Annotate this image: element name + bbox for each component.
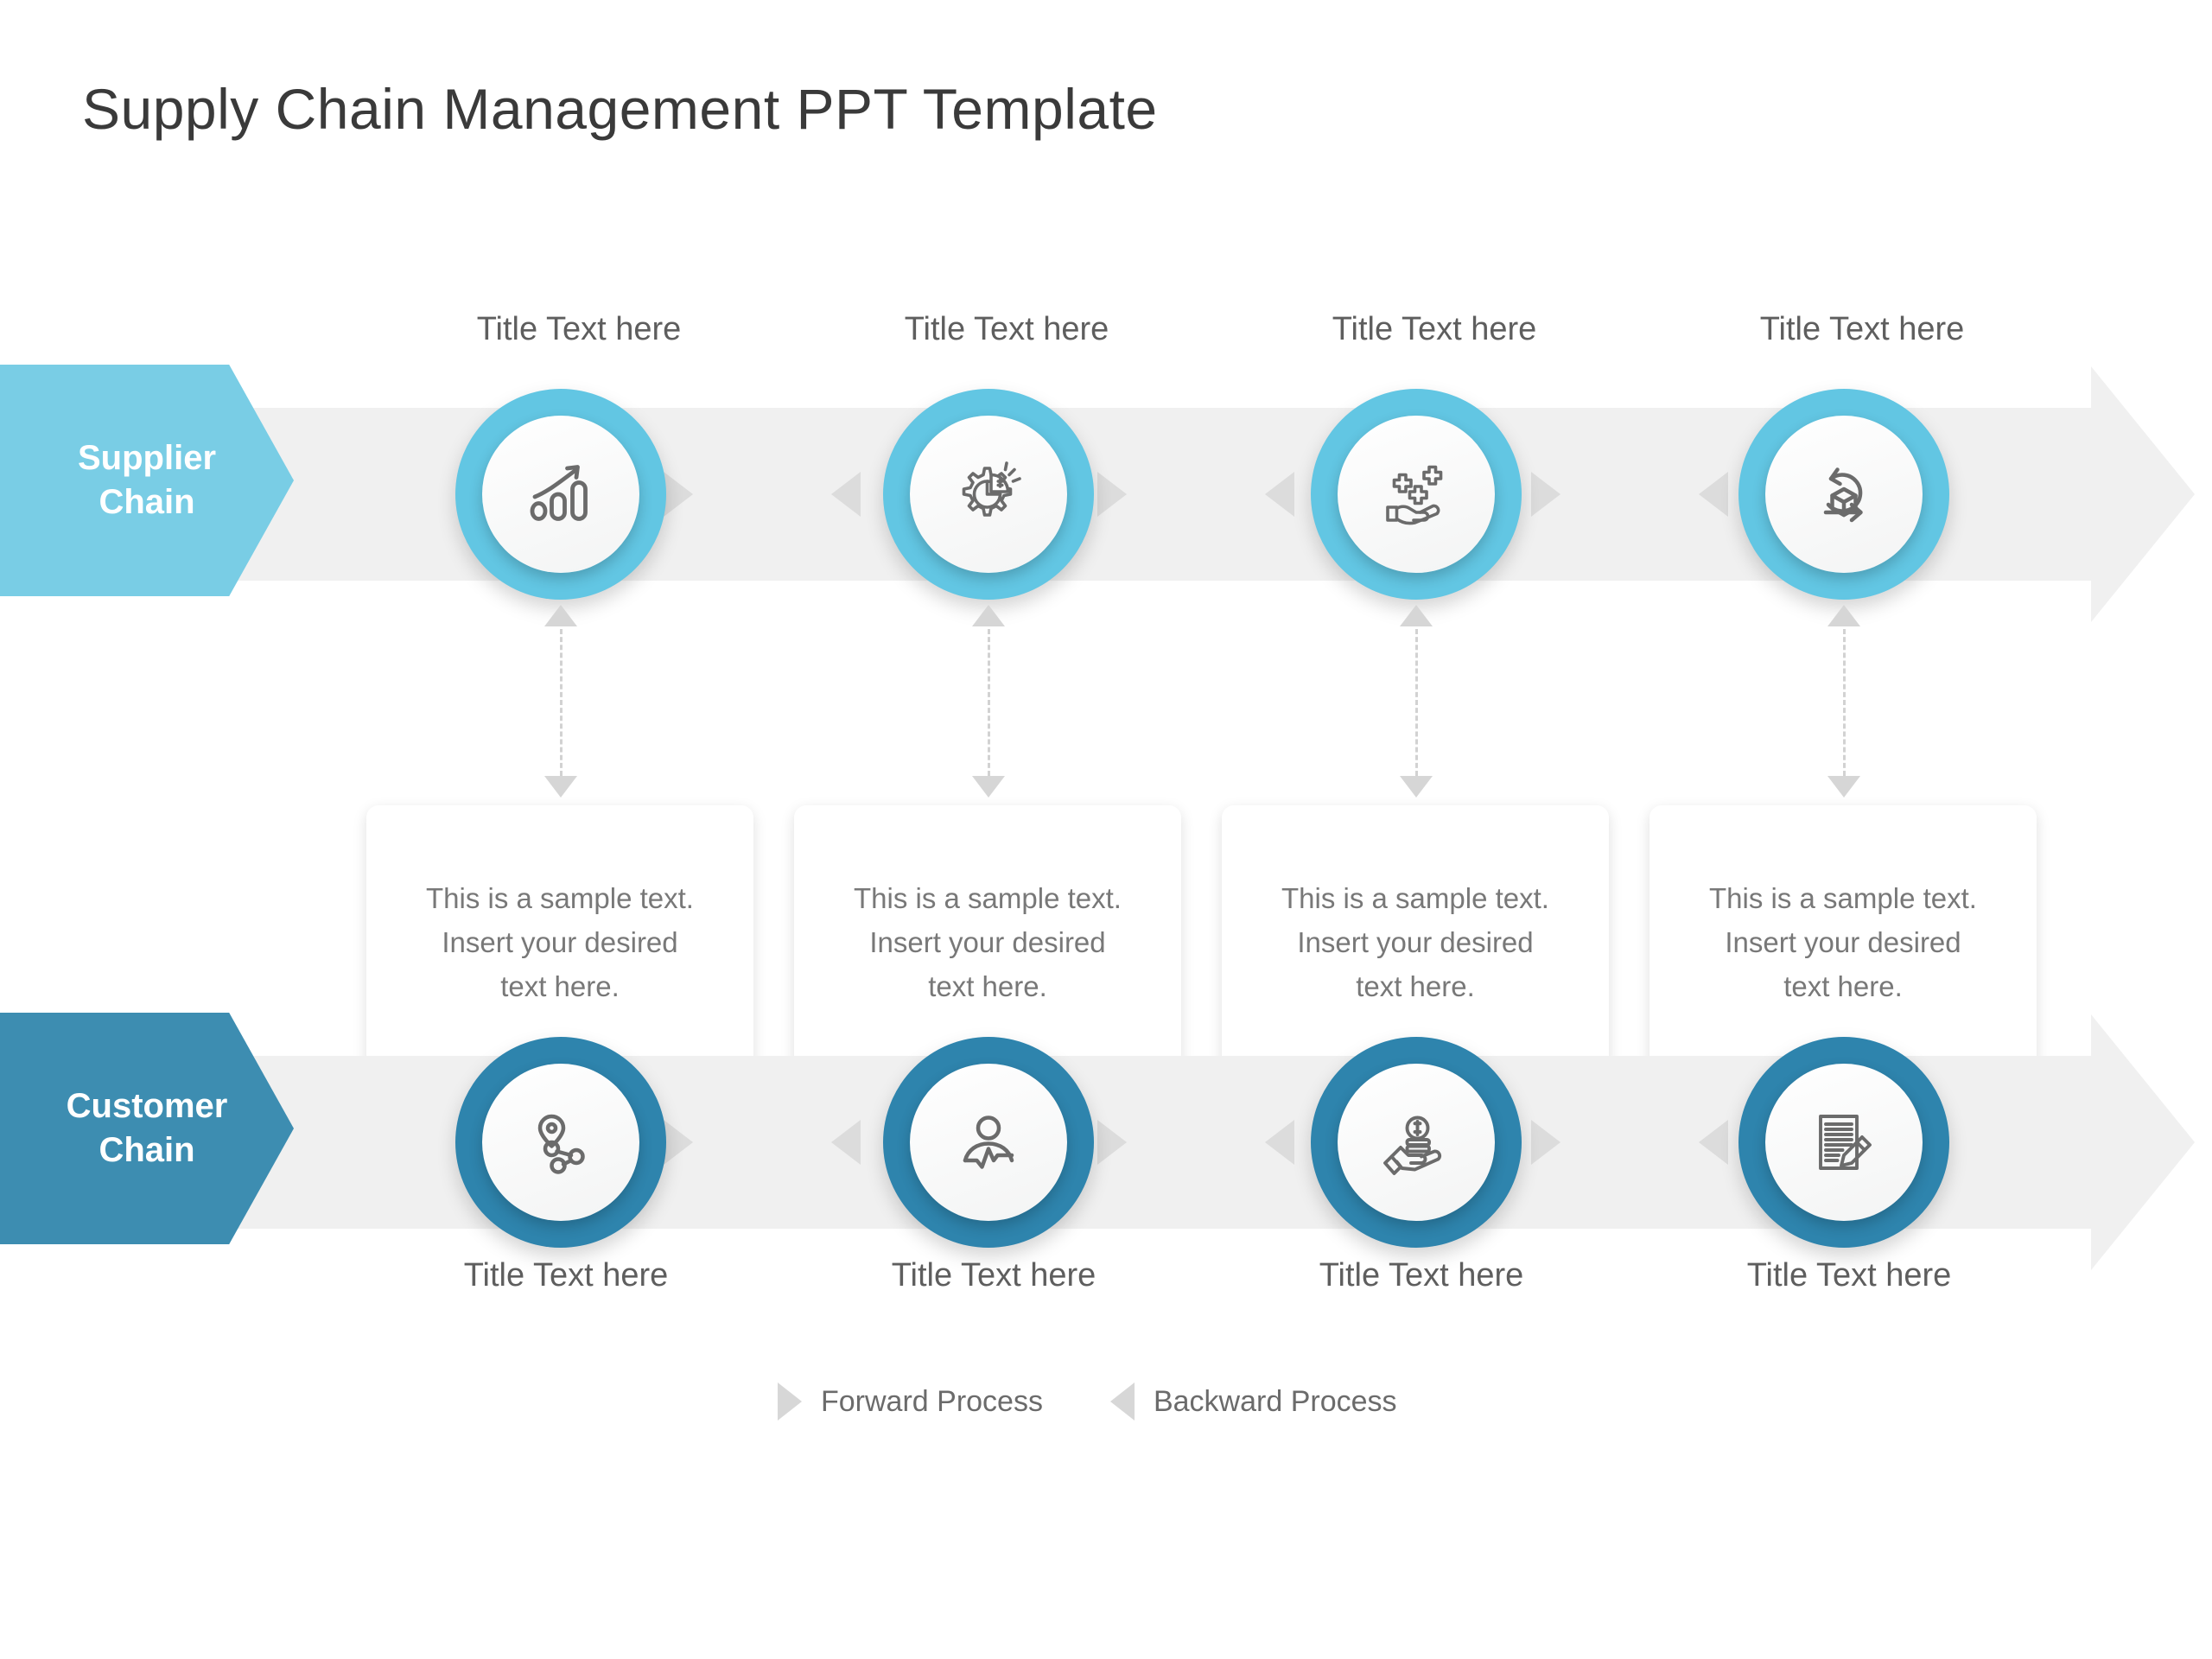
supplier-node-3-inner [1338, 416, 1495, 573]
customer-node-title-4: Title Text here [1746, 1257, 1952, 1294]
customer-node-title-3: Title Text here [1319, 1257, 1524, 1294]
forward-process-triangle-icon [664, 472, 693, 517]
forward-process-triangle-icon [664, 1120, 693, 1165]
customer-chain-label-line2: Chain [99, 1131, 195, 1169]
triangle-right-icon [778, 1382, 802, 1421]
info-card-4[interactable]: This is a sample text. Insert your desir… [1649, 805, 2037, 1073]
backward-process-triangle-icon [1265, 472, 1294, 517]
legend-forward-label: Forward Process [821, 1384, 1043, 1418]
connector-line-4 [1843, 629, 1848, 776]
customer-node-title-1: Title Text here [463, 1257, 669, 1294]
backward-process-triangle-icon [831, 472, 861, 517]
info-card-2[interactable]: This is a sample text. Insert your desir… [794, 805, 1181, 1073]
forward-process-triangle-icon [1531, 472, 1560, 517]
supplier-arrow-head-icon [2091, 366, 2195, 622]
gear-pie-dollar-icon [962, 461, 1021, 517]
legend-backward-label: Backward Process [1153, 1384, 1397, 1418]
supplier-node-4[interactable] [1738, 389, 1949, 600]
supplier-node-title-1: Title Text here [476, 311, 682, 347]
customer-node-2[interactable] [883, 1037, 1094, 1248]
triangle-left-icon [1109, 1382, 1135, 1421]
customer-node-3-inner [1338, 1064, 1495, 1221]
supplier-node-1-inner [482, 416, 639, 573]
slide-canvas: Supply Chain Management PPT Template Sup… [0, 0, 2212, 1659]
forward-process-triangle-icon [1097, 472, 1127, 517]
location-network-icon [537, 1114, 585, 1174]
info-card-1[interactable]: This is a sample text. Insert your desir… [366, 805, 753, 1073]
supplier-node-title-3: Title Text here [1332, 311, 1537, 347]
connector-arrow-down-icon-4 [1827, 776, 1860, 798]
connector-arrow-up-icon-4 [1827, 605, 1860, 626]
backward-process-triangle-icon [1265, 1120, 1294, 1165]
customer-arrow-head-icon [2091, 1014, 2195, 1270]
info-card-2-text: This is a sample text. Insert your desir… [854, 882, 1122, 1003]
customer-node-3[interactable] [1311, 1037, 1522, 1248]
info-card-1-text: This is a sample text. Insert your desir… [426, 882, 694, 1003]
hand-benefits-icon [1386, 465, 1443, 525]
info-card-3[interactable]: This is a sample text. Insert your desir… [1222, 805, 1609, 1073]
backward-process-triangle-icon [1699, 1120, 1728, 1165]
supplier-node-2[interactable] [883, 389, 1094, 600]
page-title: Supply Chain Management PPT Template [82, 77, 1158, 141]
supplier-chain-label-line1: Supplier [77, 438, 217, 477]
person-pulse-icon [963, 1116, 1014, 1169]
connector-arrow-up-icon-3 [1400, 605, 1433, 626]
forward-process-triangle-icon [1097, 1120, 1127, 1165]
backward-process-triangle-icon [1699, 472, 1728, 517]
growth-chart-icon [530, 465, 588, 521]
legend-item-forward: Forward Process [778, 1382, 1043, 1421]
backward-process-triangle-icon [831, 1120, 861, 1165]
supplier-chain-label-line2: Chain [99, 483, 195, 521]
info-card-4-text: This is a sample text. Insert your desir… [1709, 882, 1977, 1003]
legend-item-backward: Backward Process [1109, 1382, 1397, 1421]
customer-node-4-inner [1765, 1064, 1923, 1221]
connector-arrow-down-icon-1 [544, 776, 577, 798]
supplier-node-4-inner [1765, 416, 1923, 573]
supplier-node-1[interactable] [455, 389, 666, 600]
supplier-node-title-2: Title Text here [904, 311, 1109, 347]
connector-arrow-up-icon-2 [972, 605, 1005, 626]
customer-chain-label-line1: Customer [66, 1086, 228, 1125]
supplier-node-title-4: Title Text here [1759, 311, 1965, 347]
forward-process-triangle-icon [1531, 1120, 1560, 1165]
package-cycle-icon [1823, 467, 1863, 523]
customer-node-4[interactable] [1738, 1037, 1949, 1248]
supplier-node-2-inner [910, 416, 1067, 573]
connector-line-2 [988, 629, 993, 776]
supplier-node-3[interactable] [1311, 389, 1522, 600]
connector-arrow-up-icon-1 [544, 605, 577, 626]
connector-arrow-down-icon-3 [1400, 776, 1433, 798]
document-pencil-icon [1819, 1115, 1872, 1170]
connector-line-3 [1415, 629, 1421, 776]
customer-node-1[interactable] [455, 1037, 666, 1248]
legend: Forward Process Backward Process [778, 1382, 1397, 1421]
connector-line-1 [560, 629, 565, 776]
info-card-3-text: This is a sample text. Insert your desir… [1281, 882, 1549, 1003]
hand-coins-icon [1383, 1116, 1442, 1175]
customer-node-2-inner [910, 1064, 1067, 1221]
customer-node-1-inner [482, 1064, 639, 1221]
connector-arrow-down-icon-2 [972, 776, 1005, 798]
customer-node-title-2: Title Text here [891, 1257, 1096, 1294]
